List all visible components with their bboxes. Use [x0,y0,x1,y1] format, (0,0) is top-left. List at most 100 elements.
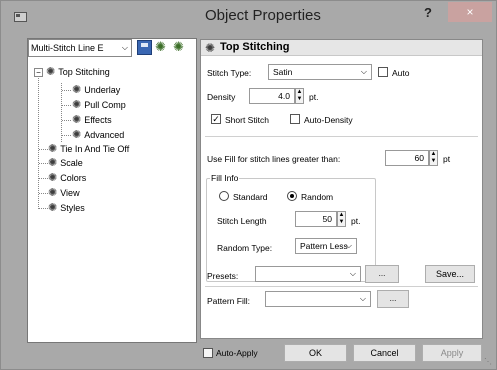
stitch-length-stepper[interactable]: ▲ ▼ [337,211,346,227]
panel-header: ✺ Top Stitching [201,40,482,56]
gear-icon: ✺ [48,157,58,169]
auto-density-label: Auto-Density [304,115,353,125]
tree-item-label: Underlay [84,85,121,95]
presets-dropdown[interactable]: ⌵ [255,266,361,282]
gear-icon: ✺ [48,143,58,155]
stitch-type-label: Stitch Type: [207,68,252,78]
auto-checkbox[interactable] [378,67,388,77]
chevron-down-icon: ⌵ [349,269,356,278]
pattern-fill-label: Pattern Fill: [207,296,250,306]
tree-item-effects[interactable]: ✺ Effects [72,113,112,127]
tree-connector [62,135,71,136]
window-title: Object Properties [205,7,321,24]
presets-browse-button[interactable]: ... [365,265,399,283]
chevron-down-icon: ⌵ [360,67,367,76]
chevron-down-icon: ⌵ [359,294,366,303]
gear-icon: ✺ [72,114,82,126]
tree-connector [62,120,71,121]
auto-apply-label: Auto-Apply [216,348,258,358]
save-preset-button[interactable]: Save... [425,265,475,283]
tree-item-label: Pull Comp [84,100,126,110]
resize-grip-icon[interactable]: ⋱ [484,357,492,366]
tree-connector [39,208,48,209]
tree-item-top-stitching[interactable]: ✺ Top Stitching [46,65,110,79]
tree-item-label: Scale [60,158,83,168]
tree-item-label: Advanced [84,130,125,140]
gear-icon: ✺ [72,84,82,96]
apply-button[interactable]: Apply [422,344,482,362]
tree-connector [38,75,39,209]
tree-item-view[interactable]: ✺ View [48,186,80,200]
stitch-length-unit: pt. [351,216,361,226]
save-style-icon[interactable] [137,40,152,55]
tree-item-styles[interactable]: ✺ Styles [48,201,85,215]
gear-icon: ✺ [48,172,58,184]
standard-label: Standard [233,192,268,202]
tree-item-pull-comp[interactable]: ✺ Pull Comp [72,98,126,112]
gear-icon: ✺ [205,41,216,55]
gear-icon: ✺ [46,66,56,78]
fill-threshold-stepper[interactable]: ▲ ▼ [429,150,438,166]
short-stitch-checkbox[interactable]: ✓ [211,114,221,124]
stitch-type-value: Satin [273,67,293,77]
gear-icon: ✺ [72,99,82,111]
tree-connector [62,90,71,91]
chevron-down-icon: ⌵ [345,241,352,250]
tree-item-label: Effects [84,115,112,125]
cancel-button[interactable]: Cancel [353,344,416,362]
collapse-icon[interactable]: − [34,68,43,77]
object-tree-panel: Multi-Stitch Line E ⌵ ✺ ✺ − ✺ Top Stitchi… [27,38,197,343]
random-type-label: Random Type: [217,243,273,253]
tree-item-scale[interactable]: ✺ Scale [48,156,83,170]
tree-connector [39,193,48,194]
auto-apply-checkbox[interactable] [203,348,213,358]
fill-threshold-input[interactable]: 60 [385,150,429,166]
gear-add-icon[interactable]: ✺ [155,40,170,55]
density-stepper[interactable]: ▲ ▼ [295,88,304,104]
pattern-fill-dropdown[interactable]: ⌵ [265,291,371,307]
density-unit: pt. [309,92,319,102]
standard-radio[interactable] [219,191,229,201]
tree-item-colors[interactable]: ✺ Colors [48,171,86,185]
gear-edit-icon[interactable]: ✺ [173,40,188,55]
presets-label: Presets: [207,271,239,281]
help-button[interactable]: ? [424,5,432,20]
tree-item-label: Styles [60,203,85,213]
pattern-browse-button[interactable]: ... [377,290,409,308]
density-input[interactable]: 4.0 [249,88,295,104]
tree-item-label: Colors [60,173,87,183]
separator [205,136,478,137]
fill-threshold-unit: pt [443,154,451,164]
auto-density-checkbox[interactable] [290,114,300,124]
gear-icon: ✺ [72,129,82,141]
close-button[interactable]: × [448,2,492,22]
tree-connector [39,149,48,150]
window-icon [14,12,27,22]
random-radio[interactable] [287,191,297,201]
object-properties-dialog: Object Properties ? × Multi-Stitch Line … [0,0,497,370]
tree-item-underlay[interactable]: ✺ Underlay [72,83,120,97]
auto-label: Auto [392,68,410,78]
title-bar: Object Properties ? × [1,1,496,33]
tree-item-label: Top Stitching [58,67,110,77]
tree-connector [61,83,62,142]
tree-connector [62,105,71,106]
stitch-type-dropdown[interactable]: Satin ⌵ [268,64,372,80]
tree-item-label: Tie In And Tie Off [60,144,130,154]
tree-item-advanced[interactable]: ✺ Advanced [72,128,124,142]
separator [205,286,478,287]
stitch-length-input[interactable]: 50 [295,211,337,227]
tree-item-tie-in-tie-off[interactable]: ✺ Tie In And Tie Off [48,142,129,156]
panel-title: Top Stitching [220,41,290,53]
fill-threshold-label: Use Fill for stitch lines greater than: [207,154,341,164]
stitch-length-label: Stitch Length [217,216,267,226]
density-label: Density [207,92,236,102]
object-type-dropdown[interactable]: Multi-Stitch Line E ⌵ [28,39,132,57]
random-type-dropdown[interactable]: Pattern Less ⌵ [295,238,357,254]
tree-connector [39,178,48,179]
ok-button[interactable]: OK [284,344,347,362]
gear-icon: ✺ [48,187,58,199]
properties-panel: ✺ Top Stitching Stitch Type: Satin ⌵ Aut… [200,39,483,339]
object-type-value: Multi-Stitch Line E [31,43,104,53]
tree-item-label: View [60,188,80,198]
